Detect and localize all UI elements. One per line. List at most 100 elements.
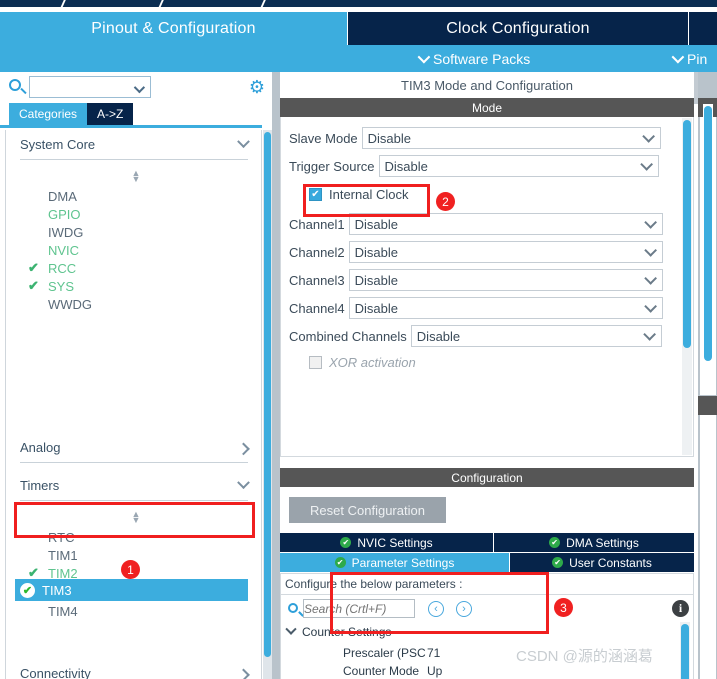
tab-a-to-z[interactable]: A->Z <box>87 103 134 125</box>
parameter-value: Up <box>427 664 443 678</box>
reset-configuration-button[interactable]: Reset Configuration <box>289 497 446 523</box>
panel-splitter[interactable] <box>272 72 280 679</box>
nav-next-button[interactable]: › <box>456 601 472 617</box>
checkmark-icon: ✔ <box>28 278 39 293</box>
sidebar-item-wwdg[interactable]: WWDG <box>20 295 248 313</box>
combined-channels-select[interactable]: Disable <box>410 325 662 347</box>
sidebar-view-tabs: Categories A->Z <box>9 103 134 125</box>
chevron-down-icon[interactable] <box>133 81 146 94</box>
tab-pinout-configuration[interactable]: Pinout & Configuration <box>0 12 347 45</box>
sidebar-scrollbar-thumb[interactable] <box>264 132 271 657</box>
sidebar-item-tim4[interactable]: TIM4 <box>20 602 248 620</box>
sidebar-item-label: RCC <box>48 260 77 276</box>
parameter-group-counter-settings[interactable]: Counter Settings <box>285 623 391 639</box>
channel1-select[interactable]: Disable <box>348 213 663 235</box>
sidebar-item-nvic[interactable]: NVIC <box>20 241 248 259</box>
tab-clock-configuration[interactable]: Clock Configuration <box>348 12 688 45</box>
annotation-badge-3: 3 <box>554 598 573 617</box>
channel4-value: Disable <box>354 300 399 316</box>
group-label: Timers <box>20 478 60 493</box>
chevron-down-icon <box>643 299 657 313</box>
tab-label: User Constants <box>569 555 652 570</box>
parameter-search-row: ‹ › i <box>281 596 693 622</box>
configure-hint-label: Configure the below parameters : <box>281 574 693 595</box>
combined-channels-value: Disable <box>416 328 461 344</box>
sidebar-item-tim3[interactable]: ✔ TIM3 <box>15 579 248 601</box>
channel3-value: Disable <box>354 272 399 288</box>
parameter-search-input[interactable] <box>303 599 415 618</box>
mode-section-header: Mode <box>280 98 694 117</box>
scroll-spinner-icon[interactable]: ▲ ▼ <box>129 169 143 184</box>
annotation-badge-1: 1 <box>121 560 140 579</box>
row-slave-mode: Slave Mode Disable <box>281 127 685 149</box>
scroll-spinner-icon[interactable]: ▲ ▼ <box>129 510 143 525</box>
main-tab-bar: Pinout & Configuration Clock Configurati… <box>0 12 717 45</box>
sidebar-item-rtc[interactable]: RTC <box>20 528 248 546</box>
trigger-source-label: Trigger Source <box>289 158 375 174</box>
xor-activation-checkbox-row[interactable]: ✔ XOR activation <box>309 355 416 370</box>
sidebar-item-label: TIM4 <box>48 603 78 619</box>
sidebar-group-analog[interactable]: Analog <box>20 433 250 463</box>
row-combined-channels: Combined Channels Disable <box>281 325 685 347</box>
tab-label: Clock Configuration <box>446 19 590 37</box>
sidebar-item-label: DMA <box>48 188 77 204</box>
channel2-select[interactable]: Disable <box>348 241 663 263</box>
chevron-down-icon <box>417 50 431 64</box>
search-icon <box>288 603 298 613</box>
breadcrumb-separator <box>259 0 267 9</box>
trigger-source-select[interactable]: Disable <box>378 155 659 177</box>
tab-overflow[interactable] <box>689 12 717 45</box>
channel3-select[interactable]: Disable <box>348 269 663 291</box>
software-packs-menu[interactable]: Software Packs <box>417 45 530 72</box>
internal-clock-checkbox-row[interactable]: ✔ Internal Clock <box>309 187 408 202</box>
sidebar-tab-underline <box>0 125 262 128</box>
sub-toolbar: Software Packs Pin <box>0 45 717 72</box>
parameter-scrollbar-thumb[interactable] <box>681 624 689 679</box>
right-gutter-white-lower <box>700 414 716 679</box>
mode-scrollbar-thumb[interactable] <box>683 120 691 348</box>
tab-label: Parameter Settings <box>351 555 455 570</box>
channel2-value: Disable <box>354 244 399 260</box>
panel-scrollbar-thumb[interactable] <box>704 106 712 361</box>
sidebar-group-connectivity[interactable]: Connectivity <box>20 659 250 679</box>
sidebar-item-label: SYS <box>48 278 75 294</box>
pinout-menu[interactable]: Pin <box>671 45 707 72</box>
slave-mode-select[interactable]: Disable <box>361 127 661 149</box>
tab-parameter-settings[interactable]: ✔ Parameter Settings <box>280 553 509 572</box>
chevron-right-icon <box>237 442 250 456</box>
checkmark-circle-icon: ✔ <box>20 582 35 598</box>
category-sidebar: ⚙ Categories A->Z System Core ▲ ▼ DMA GPI… <box>0 72 272 679</box>
info-icon[interactable]: i <box>672 600 689 617</box>
page-title: TIM3 Mode and Configuration <box>280 72 694 98</box>
mode-settings-box: Slave Mode Disable Trigger Source Disabl… <box>280 117 694 457</box>
nav-previous-button[interactable]: ‹ <box>428 601 444 617</box>
checkbox-unchecked-icon[interactable]: ✔ <box>309 356 322 369</box>
green-check-icon: ✔ <box>340 537 352 548</box>
row-channel3: Channel3 Disable <box>281 269 685 291</box>
sidebar-group-timers[interactable]: Timers <box>20 471 250 501</box>
group-label: Connectivity <box>20 666 91 679</box>
tab-categories[interactable]: Categories <box>9 103 88 125</box>
sidebar-item-dma[interactable]: DMA <box>20 187 248 205</box>
sidebar-item-iwdg[interactable]: IWDG <box>20 223 248 241</box>
tab-nvic-settings[interactable]: ✔ NVIC Settings <box>280 533 493 552</box>
sidebar-group-system-core[interactable]: System Core <box>20 130 250 160</box>
breadcrumb-strip <box>0 0 717 9</box>
tab-dma-settings[interactable]: ✔ DMA Settings <box>494 533 694 552</box>
channel4-select[interactable]: Disable <box>348 297 663 319</box>
sidebar-item-gpio[interactable]: GPIO <box>20 205 248 223</box>
sidebar-item-label: GPIO <box>48 206 81 222</box>
combined-channels-label: Combined Channels <box>289 328 407 344</box>
checkbox-checked-icon[interactable]: ✔ <box>309 188 322 201</box>
group-label: System Core <box>20 137 96 152</box>
tab-user-constants[interactable]: ✔ User Constants <box>510 553 694 572</box>
chevron-down-icon <box>643 243 657 257</box>
sidebar-item-rcc[interactable]: ✔ RCC <box>20 259 248 277</box>
sidebar-search-input[interactable] <box>29 76 151 98</box>
channel2-label: Channel2 <box>289 244 345 260</box>
sidebar-item-label: NVIC <box>48 242 80 258</box>
gear-icon[interactable]: ⚙ <box>248 78 266 96</box>
green-check-icon: ✔ <box>334 557 346 568</box>
slave-mode-value: Disable <box>367 130 412 146</box>
sidebar-item-sys[interactable]: ✔ SYS <box>20 277 248 295</box>
